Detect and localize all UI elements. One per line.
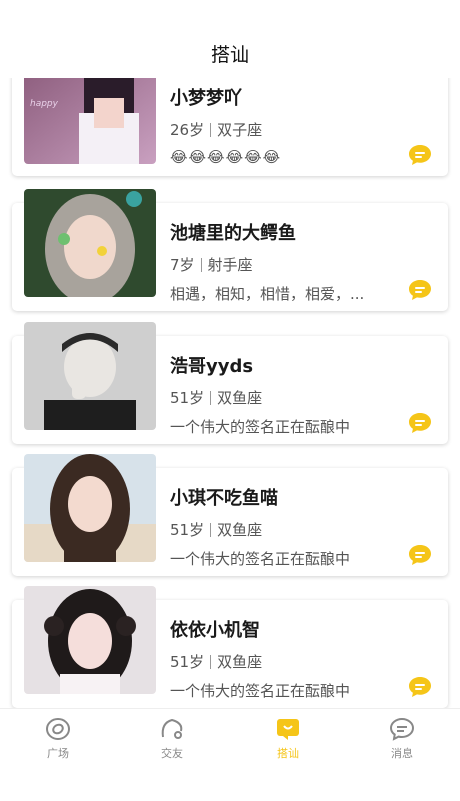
user-name: 依依小机智 bbox=[170, 620, 260, 641]
tab-label: 广场 bbox=[47, 747, 69, 760]
user-photo[interactable] bbox=[24, 189, 156, 297]
tab-messages[interactable]: 消息 bbox=[352, 717, 452, 761]
user-signature: 相遇，相知，相惜，相爱，... bbox=[170, 285, 365, 303]
svg-text:happy: happy bbox=[30, 99, 59, 109]
user-name: 小梦梦吖 bbox=[170, 88, 242, 109]
user-age: 7岁 bbox=[170, 256, 195, 274]
user-zodiac: 双鱼座 bbox=[217, 389, 263, 407]
chat-bubble-icon[interactable] bbox=[408, 544, 432, 566]
user-card[interactable]: happy 小梦梦吖 26岁 双子座 😂😂😂😂😂😂 bbox=[12, 58, 448, 176]
user-signature: 一个伟大的签名正在酝酿中 bbox=[170, 682, 351, 700]
chat-bubble-icon[interactable] bbox=[408, 144, 432, 166]
meta-divider bbox=[200, 258, 202, 272]
user-age: 26岁 bbox=[170, 121, 205, 139]
user-photo[interactable] bbox=[24, 586, 156, 694]
user-meta: 26岁 双子座 bbox=[170, 119, 262, 140]
user-meta: 51岁 双鱼座 bbox=[170, 387, 262, 408]
user-meta: 51岁 双鱼座 bbox=[170, 519, 262, 540]
chat-bubble-icon[interactable] bbox=[408, 279, 432, 301]
tab-label: 交友 bbox=[161, 747, 183, 760]
chat-bubble-icon[interactable] bbox=[408, 412, 432, 434]
user-list[interactable]: happy 小梦梦吖 26岁 双子座 😂😂😂😂😂😂 池塘里的大鳄鱼 7岁 射手座 相… bbox=[0, 58, 460, 708]
user-age: 51岁 bbox=[170, 653, 205, 671]
meta-divider bbox=[210, 123, 212, 137]
user-card[interactable]: 依依小机智 51岁 双鱼座 一个伟大的签名正在酝酿中 bbox=[12, 586, 448, 708]
header: 搭讪 bbox=[0, 0, 460, 78]
user-signature: 一个伟大的签名正在酝酿中 bbox=[170, 418, 351, 436]
tab-plaza[interactable]: 广场 bbox=[8, 717, 108, 761]
user-photo[interactable] bbox=[24, 322, 156, 430]
user-name: 池塘里的大鳄鱼 bbox=[170, 223, 296, 244]
tab-chat-up[interactable]: 搭讪 bbox=[238, 717, 338, 761]
user-age: 51岁 bbox=[170, 389, 205, 407]
plaza-icon bbox=[46, 718, 70, 740]
user-signature: 一个伟大的签名正在酝酿中 bbox=[170, 550, 351, 568]
user-meta: 51岁 双鱼座 bbox=[170, 651, 262, 672]
user-signature: 😂😂😂😂😂😂 bbox=[170, 148, 282, 166]
user-card[interactable]: 小琪不吃鱼喵 51岁 双鱼座 一个伟大的签名正在酝酿中 bbox=[12, 454, 448, 576]
bottom-tab-bar: 广场 交友 搭讪 消息 bbox=[0, 708, 460, 801]
message-icon bbox=[389, 717, 415, 741]
tab-friends[interactable]: 交友 bbox=[122, 717, 222, 761]
user-zodiac: 双鱼座 bbox=[217, 521, 263, 539]
user-photo[interactable] bbox=[24, 454, 156, 562]
page-title: 搭讪 bbox=[210, 44, 249, 66]
meta-divider bbox=[210, 655, 212, 669]
meta-divider bbox=[210, 391, 212, 405]
friends-icon bbox=[161, 718, 183, 739]
chat-bubble-icon[interactable] bbox=[408, 676, 432, 698]
user-name: 小琪不吃鱼喵 bbox=[170, 488, 278, 509]
tab-label: 消息 bbox=[391, 747, 413, 760]
user-name: 浩哥yyds bbox=[170, 356, 254, 377]
user-zodiac: 双鱼座 bbox=[217, 653, 263, 671]
user-card[interactable]: 浩哥yyds 51岁 双鱼座 一个伟大的签名正在酝酿中 bbox=[12, 322, 448, 444]
user-zodiac: 射手座 bbox=[207, 256, 253, 274]
user-zodiac: 双子座 bbox=[217, 121, 263, 139]
user-age: 51岁 bbox=[170, 521, 205, 539]
tab-label: 搭讪 bbox=[277, 747, 299, 760]
user-meta: 7岁 射手座 bbox=[170, 254, 253, 275]
user-card[interactable]: 池塘里的大鳄鱼 7岁 射手座 相遇，相知，相惜，相爱，... bbox=[12, 189, 448, 311]
meta-divider bbox=[210, 523, 212, 537]
chat-bubble-icon bbox=[277, 719, 299, 740]
